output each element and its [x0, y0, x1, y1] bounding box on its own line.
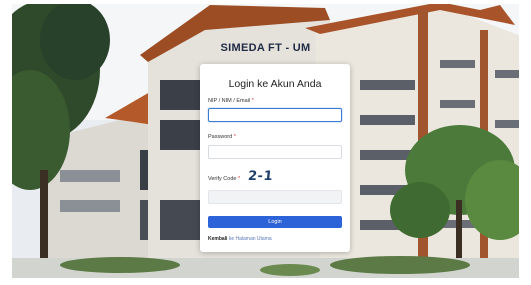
- nip-label: NIP / NIM / Email *: [208, 98, 254, 104]
- nip-required-mark: *: [251, 98, 254, 104]
- login-button[interactable]: Login: [208, 216, 342, 228]
- verify-required-mark: *: [237, 176, 241, 182]
- verify-code-input[interactable]: [208, 190, 342, 204]
- nip-input[interactable]: [208, 108, 342, 122]
- password-input[interactable]: [208, 145, 342, 159]
- back-prefix: Kembali: [208, 236, 228, 242]
- back-link-text[interactable]: ke Halaman Utama: [229, 236, 272, 242]
- login-card: Login ke Akun Anda NIP / NIM / Email * P…: [200, 64, 350, 252]
- login-page: SIMEDA FT - UM Login ke Akun Anda NIP / …: [0, 0, 531, 285]
- password-label: Password *: [208, 134, 236, 140]
- password-label-text: Password: [208, 134, 233, 140]
- site-brand-title: SIMEDA FT - UM: [220, 42, 311, 54]
- nip-label-text: NIP / NIM / Email: [208, 98, 251, 104]
- verify-code-label: Verify Code *: [208, 176, 240, 182]
- password-required-mark: *: [233, 134, 236, 140]
- back-to-home-link[interactable]: Kembali ke Halaman Utama: [208, 236, 272, 242]
- login-title: Login ke Akun Anda: [228, 78, 322, 90]
- verify-code-label-text: Verify Code: [208, 176, 237, 182]
- captcha-image: 2-1: [247, 169, 274, 184]
